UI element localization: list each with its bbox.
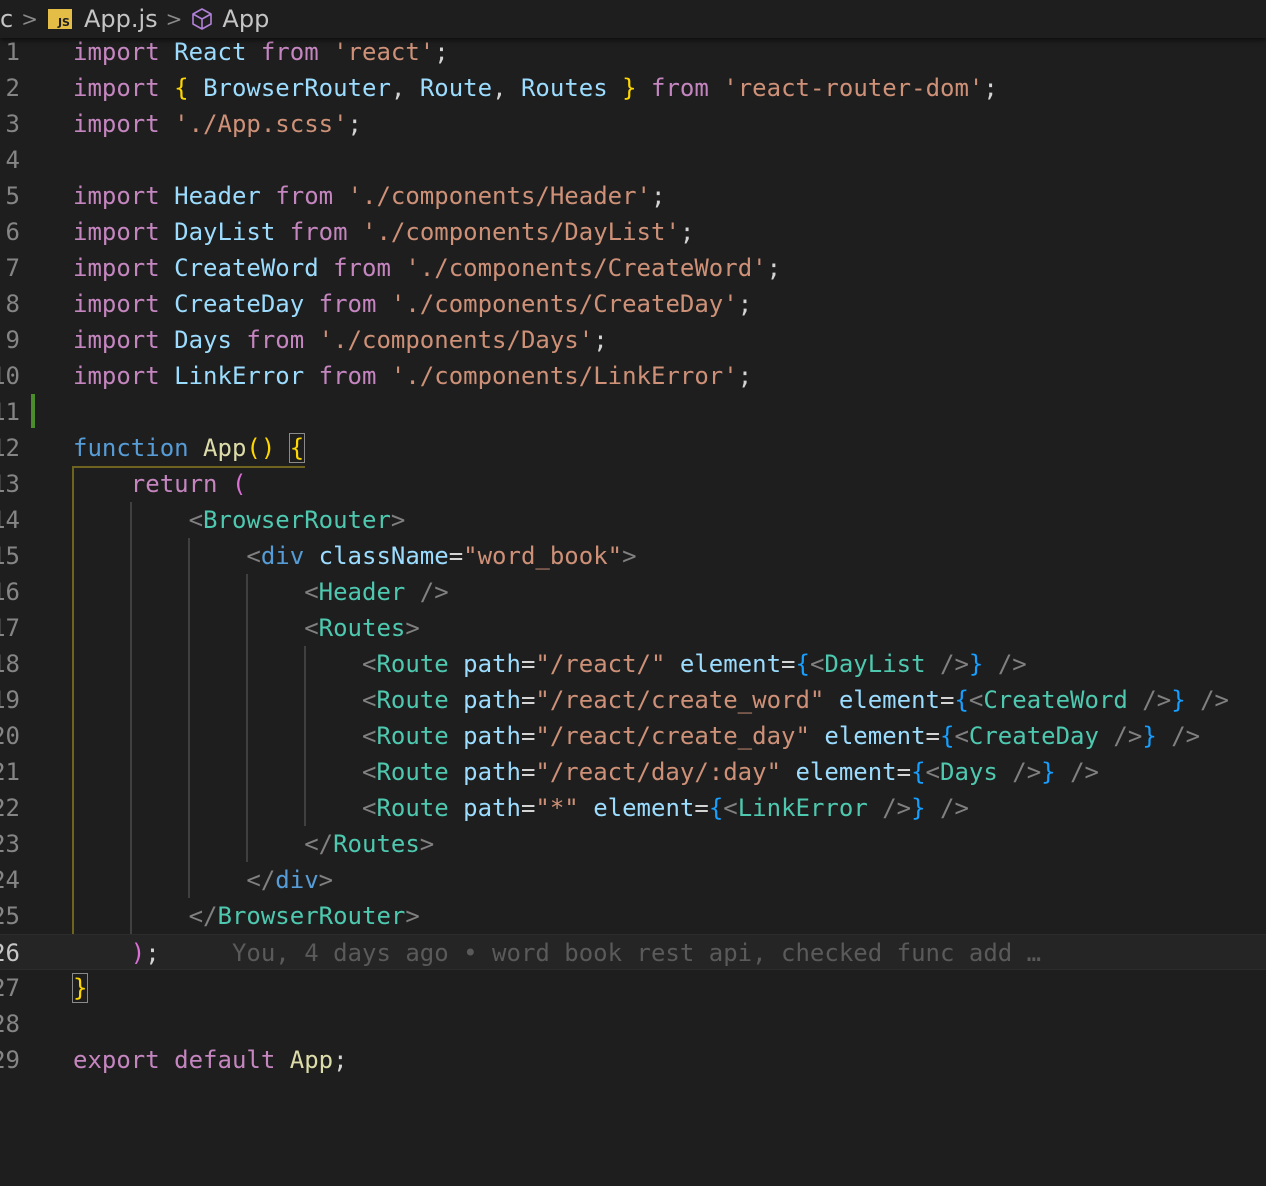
line-number: 15	[0, 542, 20, 570]
chevron-right-icon: >	[165, 7, 183, 31]
code-line[interactable]: 8 import CreateDay from './components/Cr…	[0, 286, 1266, 322]
code-text: <Route path="/react/day/:day" element={<…	[361, 758, 1099, 786]
line-number: 28	[0, 1010, 20, 1038]
code-line[interactable]: 23 </Routes>	[0, 826, 1266, 862]
code-line[interactable]: 22 <Route path="*" element={<LinkError /…	[0, 790, 1266, 826]
code-text: return (	[130, 470, 247, 498]
line-number: 19	[0, 686, 20, 714]
code-line[interactable]: 19 <Route path="/react/create_word" elem…	[0, 682, 1266, 718]
code-text: import './App.scss';	[73, 110, 362, 138]
code-text: <Routes>	[304, 614, 420, 642]
line-number: 20	[0, 722, 20, 750]
code-text: <div className="word_book">	[246, 542, 637, 570]
code-line[interactable]: 7 import CreateWord from './components/C…	[0, 250, 1266, 286]
breadcrumb-symbol[interactable]: App	[190, 5, 269, 33]
code-text: function App() {	[73, 433, 306, 463]
code-line[interactable]: 2 import { BrowserRouter, Route, Routes …	[0, 70, 1266, 106]
code-text: <Route path="/react/" element={<DayList …	[361, 650, 1027, 678]
line-number: 14	[0, 506, 20, 534]
code-line[interactable]: 3 import './App.scss';	[0, 106, 1266, 142]
line-number: 1	[5, 38, 20, 66]
line-number: 29	[0, 1046, 20, 1074]
breadcrumb-folder[interactable]: c	[0, 5, 13, 33]
code-editor[interactable]: 1 import React from 'react'; 2 import { …	[0, 0, 1266, 1080]
code-line[interactable]: 24 </div>	[0, 862, 1266, 898]
code-line[interactable]: 27 }	[0, 970, 1266, 1006]
code-line[interactable]: 15 <div className="word_book">	[0, 538, 1266, 574]
code-line[interactable]: 16 <Header />	[0, 574, 1266, 610]
line-number: 16	[0, 578, 20, 606]
js-file-icon: JS	[47, 9, 72, 29]
code-line[interactable]: 14 <BrowserRouter>	[0, 502, 1266, 538]
code-text: export default App;	[73, 1046, 348, 1074]
code-text: </div>	[246, 866, 334, 894]
cube-icon	[190, 7, 214, 31]
code-line[interactable]: 29 export default App;	[0, 1042, 1266, 1078]
code-text: <Header />	[304, 578, 449, 606]
code-line[interactable]: 5 import Header from './components/Heade…	[0, 178, 1266, 214]
code-text: </Routes>	[304, 830, 435, 858]
line-number: 10	[0, 362, 20, 390]
code-text: import Header from './components/Header'…	[73, 182, 666, 210]
code-line[interactable]: 10 import LinkError from './components/L…	[0, 358, 1266, 394]
line-number: 27	[0, 974, 20, 1002]
chevron-right-icon: >	[21, 7, 38, 31]
line-number: 8	[5, 290, 20, 318]
breadcrumb: c > JS App.js > App	[0, 0, 1266, 38]
line-number: 26	[0, 939, 20, 967]
line-number: 7	[5, 254, 20, 282]
line-number: 23	[0, 830, 20, 858]
code-text: ); You, 4 days ago • word book rest api,…	[130, 939, 1042, 967]
line-number: 4	[5, 146, 20, 174]
code-line[interactable]: 13 return (	[0, 466, 1266, 502]
line-number: 17	[0, 614, 20, 642]
line-number: 11	[0, 398, 20, 426]
matched-bracket: }	[71, 973, 89, 1003]
line-number: 9	[5, 326, 20, 354]
code-text: import LinkError from './components/Link…	[73, 362, 753, 390]
matched-bracket: {	[288, 433, 306, 463]
line-number: 3	[5, 110, 20, 138]
line-number: 5	[5, 182, 20, 210]
code-text: import CreateDay from './components/Crea…	[73, 290, 753, 318]
line-number: 6	[5, 218, 20, 246]
code-line[interactable]: 18 <Route path="/react/" element={<DayLi…	[0, 646, 1266, 682]
code-line-current[interactable]: 26 ); You, 4 days ago • word book rest a…	[0, 934, 1266, 970]
code-line[interactable]: 11	[0, 394, 1266, 430]
line-number: 25	[0, 902, 20, 930]
code-line[interactable]: 25 </BrowserRouter>	[0, 898, 1266, 934]
code-line[interactable]: 1 import React from 'react';	[0, 34, 1266, 70]
code-text: </BrowserRouter>	[188, 902, 420, 930]
git-blame-annotation: You, 4 days ago • word book rest api, ch…	[231, 939, 1042, 967]
code-text: <BrowserRouter>	[188, 506, 406, 534]
code-line[interactable]: 20 <Route path="/react/create_day" eleme…	[0, 718, 1266, 754]
code-text: import DayList from './components/DayLis…	[73, 218, 695, 246]
code-line[interactable]: 12 function App() {	[0, 430, 1266, 466]
code-text: <Route path="/react/create_day" element=…	[361, 722, 1201, 750]
line-number: 2	[5, 74, 20, 102]
line-number: 12	[0, 434, 20, 462]
code-line[interactable]: 17 <Routes>	[0, 610, 1266, 646]
code-text: }	[71, 970, 89, 1006]
line-number: 21	[0, 758, 20, 786]
code-line[interactable]: 21 <Route path="/react/day/:day" element…	[0, 754, 1266, 790]
line-number: 22	[0, 794, 20, 822]
code-text: import React from 'react';	[73, 38, 449, 66]
breadcrumb-file-label: App.js	[83, 5, 158, 33]
code-line[interactable]: 4	[0, 142, 1266, 178]
breadcrumb-symbol-label: App	[222, 5, 270, 33]
line-number: 13	[0, 470, 20, 498]
line-number: 24	[0, 866, 20, 894]
code-line[interactable]: 6 import DayList from './components/DayL…	[0, 214, 1266, 250]
code-text: import CreateWord from './components/Cre…	[73, 254, 782, 282]
breadcrumb-file[interactable]: JS App.js	[46, 5, 158, 33]
line-number: 18	[0, 650, 20, 678]
code-text: import { BrowserRouter, Route, Routes } …	[73, 74, 998, 102]
code-line[interactable]: 9 import Days from './components/Days';	[0, 322, 1266, 358]
code-line[interactable]: 28	[0, 1006, 1266, 1042]
code-text: <Route path="*" element={<LinkError />} …	[361, 794, 969, 822]
code-text: import Days from './components/Days';	[73, 326, 608, 354]
code-text: <Route path="/react/create_word" element…	[361, 686, 1230, 714]
